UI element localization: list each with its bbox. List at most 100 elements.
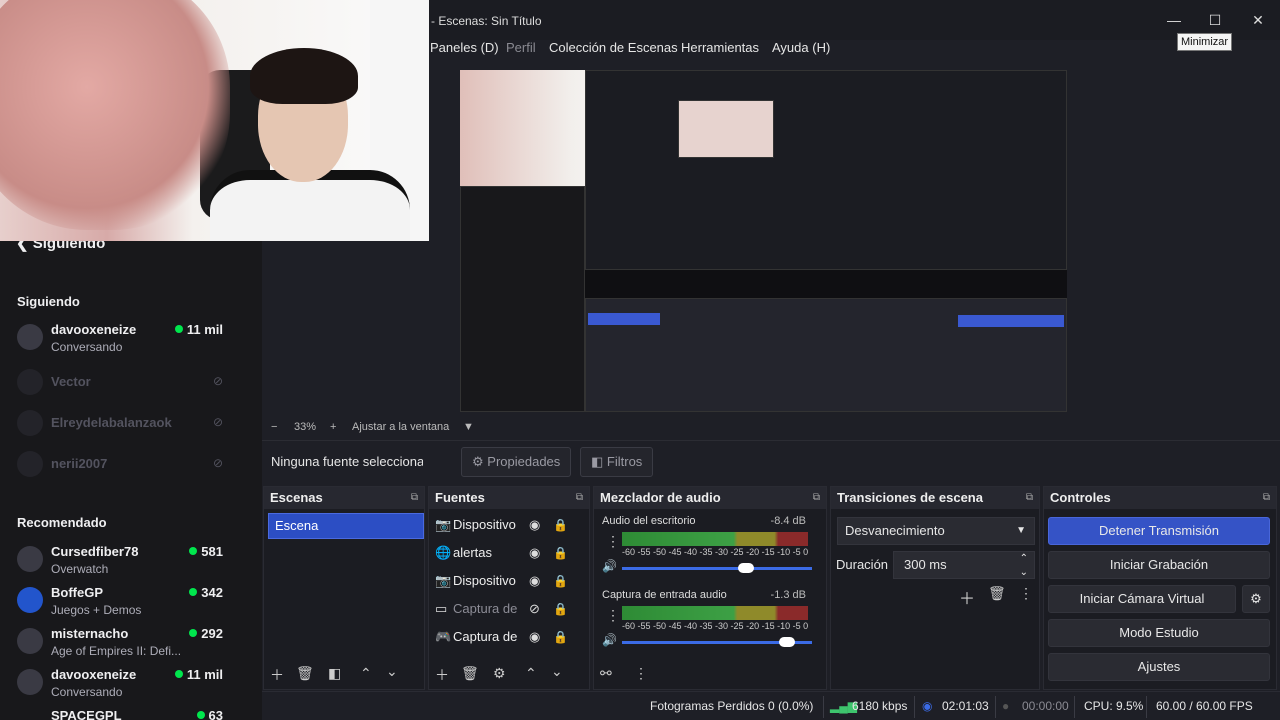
fps: 60.00 / 60.00 FPS: [1156, 699, 1253, 713]
close-icon[interactable]: ✕: [1247, 12, 1269, 29]
menu-perfil[interactable]: Perfil: [506, 40, 536, 55]
dock-header: Transiciones de escena ⧉: [831, 487, 1039, 509]
channel-item[interactable]: davooxeneize Conversando 11 mil: [17, 667, 247, 707]
virtual-camera-settings-button[interactable]: ⚙: [1242, 585, 1270, 613]
channel-item[interactable]: davooxeneize Conversando 11 mil: [17, 322, 247, 362]
transitions-dock: Transiciones de escena ⧉ Desvanecimiento ▼…: [830, 486, 1040, 690]
popout-icon[interactable]: ⧉: [576, 487, 583, 509]
trash-icon[interactable]: 🗑: [461, 665, 479, 682]
scene-item[interactable]: Escena: [268, 513, 424, 539]
settings-button[interactable]: Ajustes: [1048, 653, 1270, 681]
channel-item[interactable]: BoffeGP Juegos + Demos 342: [17, 585, 247, 625]
no-source-label: Ninguna fuente seleccionad: [271, 454, 423, 469]
studio-mode-button[interactable]: Modo Estudio: [1048, 619, 1270, 647]
channel-item[interactable]: misternacho Age of Empires II: Defi... 2…: [17, 626, 247, 666]
up-icon[interactable]: ⌃: [360, 665, 372, 682]
filter-icon[interactable]: ◧: [328, 665, 341, 682]
maximize-icon[interactable]: ☐: [1204, 12, 1226, 29]
preview-canvas[interactable]: [460, 70, 1067, 412]
add-icon[interactable]: ＋: [435, 665, 449, 685]
start-recording-button[interactable]: Iniciar Grabación: [1048, 551, 1270, 579]
dock-footer: ⚯ ⋮: [594, 659, 826, 689]
gamepad-icon: 🎮: [435, 629, 452, 644]
kebab-icon[interactable]: ⋮: [1019, 585, 1033, 602]
dock-header: Controles ⧉: [1044, 487, 1276, 509]
channel-db: -1.3 dB: [770, 589, 806, 601]
up-icon[interactable]: ⌃: [525, 665, 537, 682]
gear-icon[interactable]: ⚙: [493, 665, 506, 682]
properties-button[interactable]: ⚙ Propiedades: [461, 447, 572, 477]
zoom-fit[interactable]: Ajustar a la ventana: [352, 421, 449, 433]
source-item[interactable]: ▭ Captura de ⊘ 🔒: [433, 597, 573, 621]
add-icon[interactable]: ＋: [959, 585, 975, 609]
volume-slider[interactable]: [622, 567, 812, 570]
chevron-down-icon: ▼: [1016, 525, 1026, 536]
kebab-icon[interactable]: ⋮: [606, 607, 620, 624]
zoom-out-button[interactable]: −: [271, 421, 277, 433]
offline-icon: ⊘: [212, 456, 223, 470]
virtual-camera-button[interactable]: Iniciar Cámara Virtual: [1048, 585, 1236, 613]
camera-icon: 📷: [435, 573, 452, 588]
zoom-in-button[interactable]: +: [330, 421, 336, 433]
live-dot-icon: [189, 588, 198, 596]
channel-item[interactable]: SPACEGPL 63: [17, 708, 247, 720]
menu-paneles[interactable]: Paneles (D): [430, 40, 499, 55]
live-dot-icon: [174, 670, 183, 678]
status-bar: Fotogramas Perdidos 0 (0.0%) ▂▄▆ 6180 kb…: [262, 691, 1280, 720]
webcam-person-hair: [250, 48, 358, 104]
viewer-count: 11 mil: [174, 322, 223, 337]
volume-knob[interactable]: [738, 563, 754, 573]
link-icon[interactable]: ⚯: [600, 665, 612, 682]
popout-icon[interactable]: ⧉: [1263, 487, 1270, 509]
stop-stream-button[interactable]: Detener Transmisión: [1048, 517, 1270, 545]
menu-ayuda[interactable]: Ayuda (H): [772, 40, 830, 55]
bitrate: 6180 kbps: [852, 699, 908, 713]
lock-icon: 🔒: [553, 602, 568, 616]
speaker-icon[interactable]: 🔊: [602, 633, 617, 647]
source-item[interactable]: 🌐 alertas ◉ 🔒: [433, 541, 573, 565]
filters-button[interactable]: ◧ Filtros: [580, 447, 654, 477]
avatar: [17, 546, 43, 572]
down-icon[interactable]: ⌄: [551, 663, 563, 680]
channel-item[interactable]: Elreydelabalanzaok ⊘: [17, 408, 247, 448]
add-icon[interactable]: ＋: [270, 665, 284, 685]
channel-item[interactable]: Vector ⊘: [17, 367, 247, 407]
rec-time: 00:00:00: [1022, 699, 1069, 713]
zoom-dropdown-icon[interactable]: ▼: [463, 421, 474, 433]
preview-blue-button: [958, 315, 1064, 327]
transition-select[interactable]: Desvanecimiento ▼: [837, 517, 1035, 545]
dock-header: Fuentes ⧉: [429, 487, 589, 509]
source-toolbar: Ninguna fuente seleccionad ⚙ Propiedades…: [262, 440, 1280, 482]
kebab-icon[interactable]: ⋮: [606, 533, 620, 550]
duration-field[interactable]: 300 ms ⌃ ⌄: [893, 551, 1035, 579]
popout-icon[interactable]: ⧉: [411, 487, 418, 509]
controls-dock: Controles ⧉ Detener Transmisión Iniciar G…: [1043, 486, 1277, 690]
menu-coleccion[interactable]: Colección de Escenas: [549, 40, 678, 55]
dock-header: Escenas ⧉: [264, 487, 424, 509]
eye-hidden-icon: ⊘: [529, 601, 540, 616]
trash-icon[interactable]: 🗑: [988, 585, 1006, 602]
kebab-icon[interactable]: ⋮: [634, 665, 648, 682]
popout-icon[interactable]: ⧉: [1026, 487, 1033, 509]
channel-item[interactable]: nerii2007 ⊘: [17, 449, 247, 489]
source-item[interactable]: 📷 Dispositivo ◉ 🔒: [433, 569, 573, 593]
minimize-icon[interactable]: —: [1163, 12, 1185, 28]
browser-icon: 🌐: [435, 545, 452, 560]
following-title: Siguiendo: [17, 294, 80, 309]
trash-icon[interactable]: 🗑: [296, 665, 314, 682]
speaker-icon[interactable]: 🔊: [602, 559, 617, 573]
gear-icon: ⚙: [472, 454, 488, 469]
volume-knob[interactable]: [779, 637, 795, 647]
channel-game: Conversando: [51, 340, 123, 354]
channel-name: davooxeneize: [51, 322, 137, 337]
channel-item[interactable]: Cursedfiber78 Overwatch 581: [17, 544, 247, 584]
popout-icon[interactable]: ⧉: [813, 487, 820, 509]
source-item[interactable]: 🎮 Captura de ◉ 🔒: [433, 625, 573, 649]
channel-name: nerii2007: [51, 456, 108, 471]
webcam-hand: [0, 0, 230, 230]
source-item[interactable]: 📷 Dispositivo ◉ 🔒: [433, 513, 573, 537]
avatar: [17, 587, 43, 613]
menu-herramientas[interactable]: Herramientas: [681, 40, 759, 55]
live-time: 02:01:03: [942, 699, 989, 713]
down-icon[interactable]: ⌄: [386, 663, 398, 680]
